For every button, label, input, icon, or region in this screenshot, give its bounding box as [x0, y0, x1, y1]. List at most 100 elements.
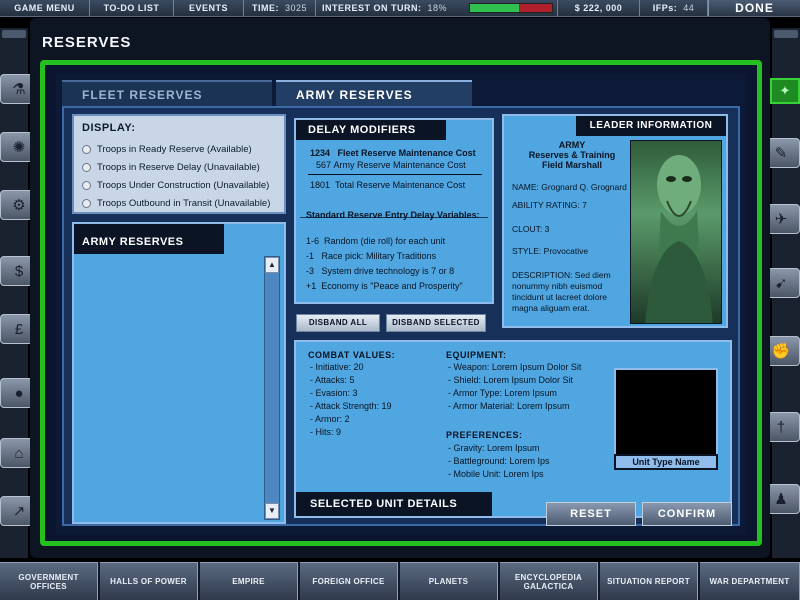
fleet-cost-value: 1234: [310, 148, 331, 158]
nav-empire[interactable]: EMPIRE: [200, 562, 298, 600]
total-cost-value: 1801: [310, 180, 331, 190]
nav-encyclopedia-galactica[interactable]: ENCYCLOPEDIA GALACTICA: [500, 562, 598, 600]
nav-situation-report[interactable]: SITUATION REPORT: [600, 562, 698, 600]
fleet-cost-label: Fleet Reserve Maintenance Cost: [337, 148, 476, 158]
combat-value-row: - Evasion: 3: [310, 388, 358, 398]
preference-row: - Mobile Unit: Lorem Ips: [448, 469, 544, 479]
display-option-construction[interactable]: Troops Under Construction (Unavailable): [82, 176, 276, 194]
army-reserves-list[interactable]: ARMY RESERVES ▲ ▼: [72, 222, 286, 524]
nav-foreign-office[interactable]: FOREIGN OFFICE: [300, 562, 398, 600]
green-corner-icon[interactable]: ✦: [770, 78, 800, 104]
right-sidebar-tab[interactable]: [774, 30, 798, 38]
fleet-maintenance-cost: 1234 Fleet Reserve Maintenance Cost: [310, 148, 476, 158]
selected-unit-details-title: SELECTED UNIT DETAILS: [296, 492, 492, 516]
delay-variable-row: 1-6 Random (die roll) for each unit: [306, 236, 490, 251]
display-option-delay[interactable]: Troops in Reserve Delay (Unavailable): [82, 158, 276, 176]
cost-divider: [308, 174, 482, 175]
leader-portrait: [630, 140, 722, 324]
tab-army-reserves[interactable]: ARMY RESERVES: [276, 80, 472, 106]
delay-variable-row: -3 System drive technology is 7 or 8: [306, 266, 490, 281]
alien-portrait-icon: [645, 155, 713, 323]
ifps-label: IFPs:: [652, 3, 678, 13]
equipment-row: - Shield: Lorem Ipsum Dolor Sit: [448, 375, 574, 385]
preferences-title: PREFERENCES:: [446, 430, 523, 440]
combat-values-title: COMBAT VALUES:: [308, 350, 396, 360]
display-option-label: Troops Under Construction (Unavailable): [97, 179, 270, 191]
leader-position-line: ARMY: [558, 140, 586, 150]
delay-text: Random (die roll) for each unit: [324, 236, 446, 246]
delay-variables: Standard Reserve Entry Delay Variables: …: [306, 210, 490, 296]
interest-bar: [469, 3, 553, 13]
display-title: DISPLAY:: [82, 122, 136, 134]
time-label: TIME:: [251, 3, 279, 13]
todo-list-button[interactable]: TO-DO LIST: [90, 0, 174, 16]
display-option-transit[interactable]: Troops Outbound in Transit (Unavailable): [82, 194, 276, 212]
combat-value-row: - Initiative: 20: [310, 362, 364, 372]
time-display: TIME: 3025: [244, 0, 316, 16]
unit-type-name: Unit Type Name: [614, 454, 718, 470]
leader-ability: ABILITY RATING: 7: [512, 200, 587, 210]
time-value: 3025: [284, 3, 308, 13]
delay-variable-row: -1 Race pick: Military Traditions: [306, 251, 490, 266]
game-menu-button[interactable]: GAME MENU: [0, 0, 90, 16]
nav-government-offices[interactable]: GOVERNMENT OFFICES: [0, 562, 98, 600]
leader-style: STYLE: Provocative: [512, 246, 589, 256]
treasury-display: $ 222, 000: [558, 0, 640, 16]
combat-value-row: - Hits: 9: [310, 427, 342, 437]
selected-unit-details-panel: COMBAT VALUES: - Initiative: 20 - Attack…: [294, 340, 732, 518]
delay-modifiers-panel: DELAY MODIFIERS 1234 Fleet Reserve Maint…: [294, 118, 494, 304]
equipment-row: - Armor Type: Lorem Ipsum: [448, 388, 557, 398]
nav-planets[interactable]: PLANETS: [400, 562, 498, 600]
delay-mod: +1: [306, 281, 317, 291]
equipment-row: - Weapon: Lorem Ipsum Dolor Sit: [448, 362, 582, 372]
unit-image: [614, 368, 718, 468]
right-sidebar: ✎ ✈ ➹ ✊ † ♟: [762, 28, 800, 558]
leader-position-line: Field Marshall: [541, 160, 603, 170]
ifps-display: IFPs: 44: [640, 0, 708, 16]
events-button[interactable]: EVENTS: [174, 0, 244, 16]
combat-value-row: - Attacks: 5: [310, 375, 355, 385]
delay-variables-title: Standard Reserve Entry Delay Variables:: [306, 210, 480, 220]
radio-icon[interactable]: [82, 144, 91, 154]
list-scrollbar[interactable]: ▲ ▼: [264, 256, 280, 520]
leader-description: DESCRIPTION: Sed diem nonummy nibh euism…: [512, 270, 611, 313]
disband-all-button[interactable]: DISBAND ALL: [296, 314, 380, 332]
army-reserves-list-title: ARMY RESERVES: [74, 224, 224, 254]
equipment-row: - Armor Material: Lorem Ipsum: [448, 401, 570, 411]
combat-value-row: - Armor: 2: [310, 414, 350, 424]
radio-icon[interactable]: [82, 162, 91, 172]
disband-selected-button[interactable]: DISBAND SELECTED: [386, 314, 486, 332]
delay-mod: -3: [306, 266, 315, 276]
left-sidebar-tab[interactable]: [2, 30, 26, 38]
scroll-up-icon[interactable]: ▲: [265, 257, 279, 273]
reset-button[interactable]: RESET: [546, 502, 636, 526]
done-button[interactable]: DONE: [708, 0, 800, 16]
ifps-value: 44: [683, 3, 695, 13]
leader-position: ARMY Reserves & Training Field Marshall: [512, 140, 632, 170]
display-option-ready[interactable]: Troops in Ready Reserve (Available): [82, 140, 276, 158]
confirm-button[interactable]: CONFIRM: [642, 502, 732, 526]
total-maintenance-cost: 1801 Total Reserve Maintenance Cost: [310, 180, 465, 190]
delay-text: Economy is "Peace and Prosperity": [321, 281, 463, 291]
army-cost-value: 567: [316, 160, 332, 170]
radio-icon[interactable]: [82, 198, 91, 208]
nav-halls-of-power[interactable]: HALLS OF POWER: [100, 562, 198, 600]
radio-icon[interactable]: [82, 180, 91, 190]
page-title: RESERVES: [42, 34, 132, 51]
delay-variable-row: +1 Economy is "Peace and Prosperity": [306, 281, 490, 296]
leader-information-panel: LEADER INFORMATION ARMY Reserves & Train…: [502, 114, 728, 328]
leader-position-line: Reserves & Training: [528, 150, 616, 160]
scroll-down-icon[interactable]: ▼: [265, 503, 279, 519]
leader-clout: CLOUT: 3: [512, 224, 550, 234]
nav-war-department[interactable]: WAR DEPARTMENT: [700, 562, 800, 600]
combat-value-row: - Attack Strength: 19: [310, 401, 392, 411]
total-cost-label: Total Reserve Maintenance Cost: [335, 180, 466, 190]
bottom-navigation: GOVERNMENT OFFICES HALLS OF POWER EMPIRE…: [0, 562, 800, 600]
display-option-label: Troops Outbound in Transit (Unavailable): [97, 197, 271, 209]
tab-fleet-reserves[interactable]: FLEET RESERVES: [62, 80, 272, 106]
interest-bar-fill: [470, 4, 520, 12]
leader-information-title: LEADER INFORMATION: [576, 116, 726, 136]
delay-text: Race pick: Military Traditions: [321, 251, 437, 261]
preference-row: - Battleground: Lorem Ips: [448, 456, 550, 466]
leader-name: NAME: Grognard Q. Grognard: [512, 182, 627, 192]
